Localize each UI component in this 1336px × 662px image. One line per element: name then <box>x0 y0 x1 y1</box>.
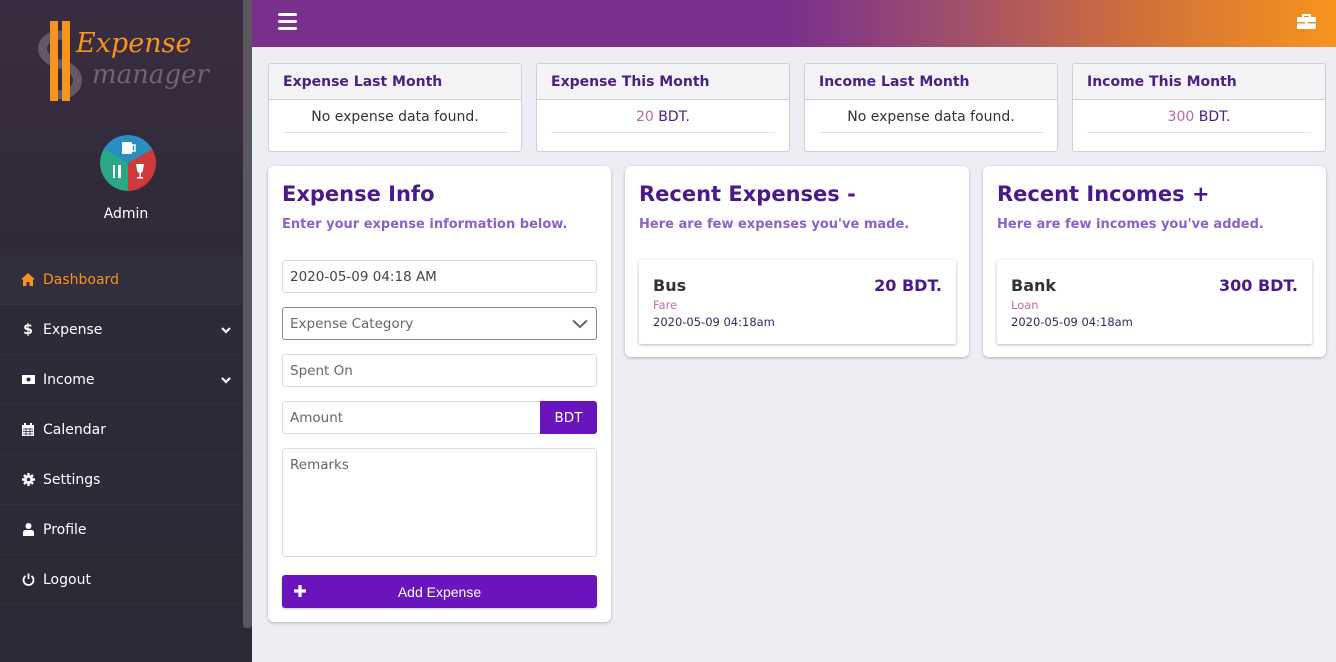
stat-card-title: Income Last Month <box>805 64 1057 100</box>
sidebar-item-label: Income <box>43 371 95 388</box>
sidebar-item-label: Logout <box>43 571 91 588</box>
stat-card-title: Income This Month <box>1073 64 1325 100</box>
stat-card-value: 20 BDT. <box>537 100 789 125</box>
entry-name: Bus <box>653 276 687 295</box>
sidebar-item-dashboard[interactable]: Dashboard <box>0 255 243 305</box>
divider <box>1087 132 1311 133</box>
hamburger-icon[interactable] <box>278 13 297 30</box>
entry-amount: 20 BDT. <box>874 276 942 295</box>
stat-card-value: No expense data found. <box>847 109 1015 125</box>
sidebar-nav: Dashboard $ Expense Income Calendar Sett… <box>0 255 243 605</box>
stat-card-value: 300 BDT. <box>1073 100 1325 125</box>
panel-title: Recent Incomes + <box>997 182 1210 206</box>
sidebar-item-logout[interactable]: Logout <box>0 555 243 605</box>
amount-input[interactable] <box>282 401 542 434</box>
stat-card-expense-this-month: Expense This Month 20 BDT. <box>536 63 790 152</box>
stat-card-income-this-month: Income This Month 300 BDT. <box>1072 63 1326 152</box>
expense-entry[interactable]: Bus 20 BDT. Fare 2020-05-09 04:18am <box>639 260 956 344</box>
avatar-food-icon <box>100 135 156 191</box>
stat-amount: 300 <box>1167 109 1195 125</box>
button-label: Add Expense <box>397 583 482 600</box>
toolbox-icon[interactable] <box>1297 14 1316 33</box>
app-logo[interactable]: Expense manager <box>30 18 230 108</box>
datetime-input[interactable] <box>282 260 597 293</box>
panel-subtitle: Enter your expense information below. <box>282 217 568 232</box>
sidebar-item-income[interactable]: Income <box>0 355 243 405</box>
user-icon <box>20 522 36 538</box>
panel-title: Recent Expenses - <box>639 182 856 206</box>
sidebar-item-settings[interactable]: Settings <box>0 455 243 505</box>
home-icon <box>20 272 36 288</box>
power-icon <box>20 572 36 588</box>
stat-card-title: Expense This Month <box>537 64 789 100</box>
select-placeholder: Expense Category <box>290 315 414 332</box>
sidebar-item-calendar[interactable]: Calendar <box>0 405 243 455</box>
divider <box>819 132 1043 133</box>
entry-amount: 300 BDT. <box>1218 276 1298 295</box>
user-name: Admin <box>103 206 149 222</box>
panel-subtitle: Here are few incomes you've added. <box>997 217 1264 232</box>
stat-card-income-last-month: Income Last Month No expense data found. <box>804 63 1058 152</box>
stat-unit: BDT. <box>658 109 690 125</box>
entry-category: Fare <box>653 298 678 312</box>
top-bar <box>252 0 1336 47</box>
money-bill-icon <box>20 372 36 388</box>
recent-incomes-panel: Recent Incomes + Here are few incomes yo… <box>983 166 1326 357</box>
recent-expenses-panel: Recent Expenses - Here are few expenses … <box>625 166 969 357</box>
expense-info-panel: Expense Info Enter your expense informat… <box>268 166 611 622</box>
logo-text-expense: Expense <box>76 28 192 59</box>
panel-subtitle: Here are few expenses you've made. <box>639 217 910 232</box>
stat-card-expense-last-month: Expense Last Month No expense data found… <box>268 63 522 152</box>
remarks-textarea[interactable] <box>282 448 597 557</box>
entry-date: 2020-05-09 04:18am <box>1011 315 1133 329</box>
expense-category-select[interactable]: Expense Category <box>282 307 597 340</box>
dollar-icon: $ <box>23 321 33 338</box>
stat-card-value: No expense data found. <box>311 109 479 125</box>
gear-icon <box>20 472 36 488</box>
sidebar-scrollbar[interactable] <box>243 0 252 628</box>
sidebar-item-label: Settings <box>43 471 101 488</box>
logo-text-manager: manager <box>92 60 209 90</box>
stat-unit: BDT. <box>1198 109 1231 125</box>
add-expense-button[interactable]: Add Expense <box>282 575 597 608</box>
income-entry[interactable]: Bank 300 BDT. Loan 2020-05-09 04:18am <box>997 260 1312 344</box>
chevron-down-icon[interactable] <box>221 322 231 338</box>
avatar[interactable] <box>100 135 156 191</box>
sidebar-item-profile[interactable]: Profile <box>0 505 243 555</box>
entry-date: 2020-05-09 04:18am <box>653 315 775 329</box>
chevron-down-icon[interactable] <box>221 372 231 388</box>
plus-icon <box>294 584 306 600</box>
spent-on-input[interactable] <box>282 354 597 387</box>
sidebar-item-label: Dashboard <box>43 271 119 288</box>
sidebar-item-label: Expense <box>43 321 103 338</box>
divider <box>551 132 775 133</box>
currency-addon: BDT <box>540 401 597 434</box>
stat-card-title: Expense Last Month <box>269 64 521 100</box>
entry-name: Bank <box>1011 276 1057 295</box>
sidebar-item-label: Calendar <box>43 421 106 438</box>
divider <box>283 132 507 133</box>
calendar-icon <box>20 422 36 438</box>
panel-title: Expense Info <box>282 182 435 206</box>
sidebar-item-label: Profile <box>43 521 87 538</box>
sidebar-item-expense[interactable]: $ Expense <box>0 305 243 355</box>
chevron-down-icon <box>572 317 588 333</box>
stat-amount: 20 <box>635 109 654 125</box>
sidebar: Expense manager Admin Dashboard $ Expens… <box>0 0 252 662</box>
entry-category: Loan <box>1011 298 1039 312</box>
